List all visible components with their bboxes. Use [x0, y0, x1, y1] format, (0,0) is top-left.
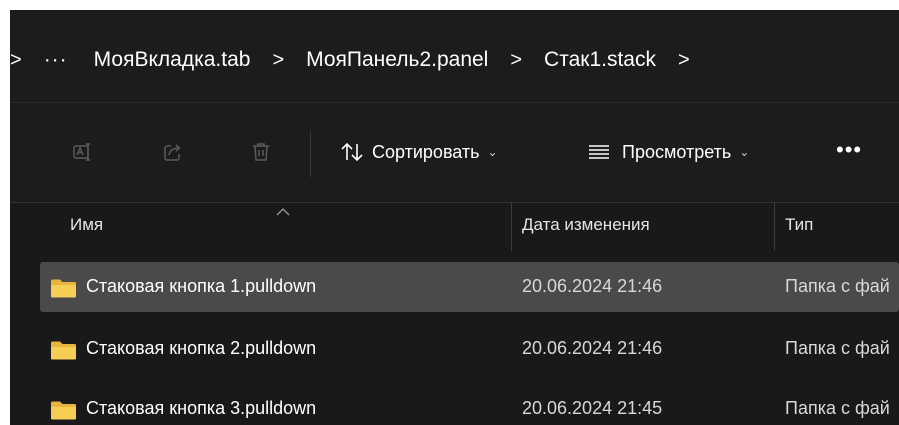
chevron-right-icon[interactable]: >: [510, 49, 522, 72]
column-resize-handle[interactable]: [774, 203, 775, 251]
list-view-icon: [588, 144, 610, 160]
breadcrumb-item-tab[interactable]: МояВкладка.tab: [94, 48, 251, 72]
file-type: Папка с фай: [785, 338, 890, 358]
folder-icon: [50, 401, 77, 420]
file-name: Стаковая кнопка 3.pulldown: [86, 398, 317, 418]
column-header-row: Имя Дата изменения Тип: [10, 203, 899, 251]
chevron-right-icon[interactable]: >: [10, 49, 22, 72]
file-explorer-window: > ··· МояВкладка.tab > МояПанель2.panel …: [10, 10, 899, 425]
sort-label: Сортировать: [372, 141, 480, 162]
breadcrumb-item-panel[interactable]: МояПанель2.panel: [306, 48, 488, 72]
trash-icon[interactable]: [248, 139, 274, 165]
folder-icon: [50, 341, 77, 360]
view-button[interactable]: Просмотреть ⌄: [588, 137, 749, 167]
chevron-down-icon: ⌄: [487, 145, 498, 159]
address-bar[interactable]: > ··· МояВкладка.tab > МояПанель2.panel …: [10, 10, 899, 102]
sort-icon: [340, 141, 364, 163]
file-row[interactable]: Стаковая кнопка 1.pulldown 20.06.2024 21…: [40, 262, 899, 312]
folder-icon: [50, 279, 77, 298]
share-icon[interactable]: [160, 139, 186, 165]
breadcrumb-overflow-button[interactable]: ···: [44, 48, 68, 72]
column-resize-handle[interactable]: [511, 203, 512, 251]
file-type: Папка с фай: [785, 276, 890, 296]
breadcrumb-item-stack[interactable]: Стак1.stack: [544, 48, 656, 72]
file-date: 20.06.2024 21:46: [522, 276, 663, 296]
file-row[interactable]: Стаковая кнопка 2.pulldown 20.06.2024 21…: [40, 324, 899, 374]
column-header-type[interactable]: Тип: [785, 215, 813, 235]
file-date: 20.06.2024 21:46: [522, 338, 663, 358]
file-name: Стаковая кнопка 2.pulldown: [86, 338, 317, 358]
sort-ascending-icon: [276, 203, 290, 221]
file-type: Папка с фай: [785, 398, 890, 418]
chevron-right-icon[interactable]: >: [272, 49, 284, 72]
column-header-name[interactable]: Имя: [70, 215, 103, 235]
file-date: 20.06.2024 21:45: [522, 398, 663, 418]
breadcrumb: > ··· МояВкладка.tab > МояПанель2.panel …: [10, 40, 712, 80]
sort-button[interactable]: Сортировать ⌄: [340, 137, 498, 167]
command-bar: Сортировать ⌄ Просмотреть ⌄ •••: [10, 103, 899, 202]
toolbar-separator: [310, 131, 311, 177]
file-name: Стаковая кнопка 1.pulldown: [86, 276, 317, 296]
view-label: Просмотреть: [622, 141, 732, 162]
chevron-down-icon: ⌄: [739, 145, 750, 159]
rename-icon[interactable]: [70, 139, 96, 165]
more-options-button[interactable]: •••: [836, 137, 862, 163]
column-header-date[interactable]: Дата изменения: [522, 215, 650, 235]
chevron-right-icon[interactable]: >: [678, 49, 690, 72]
file-row[interactable]: Стаковая кнопка 3.pulldown 20.06.2024 21…: [40, 384, 899, 425]
